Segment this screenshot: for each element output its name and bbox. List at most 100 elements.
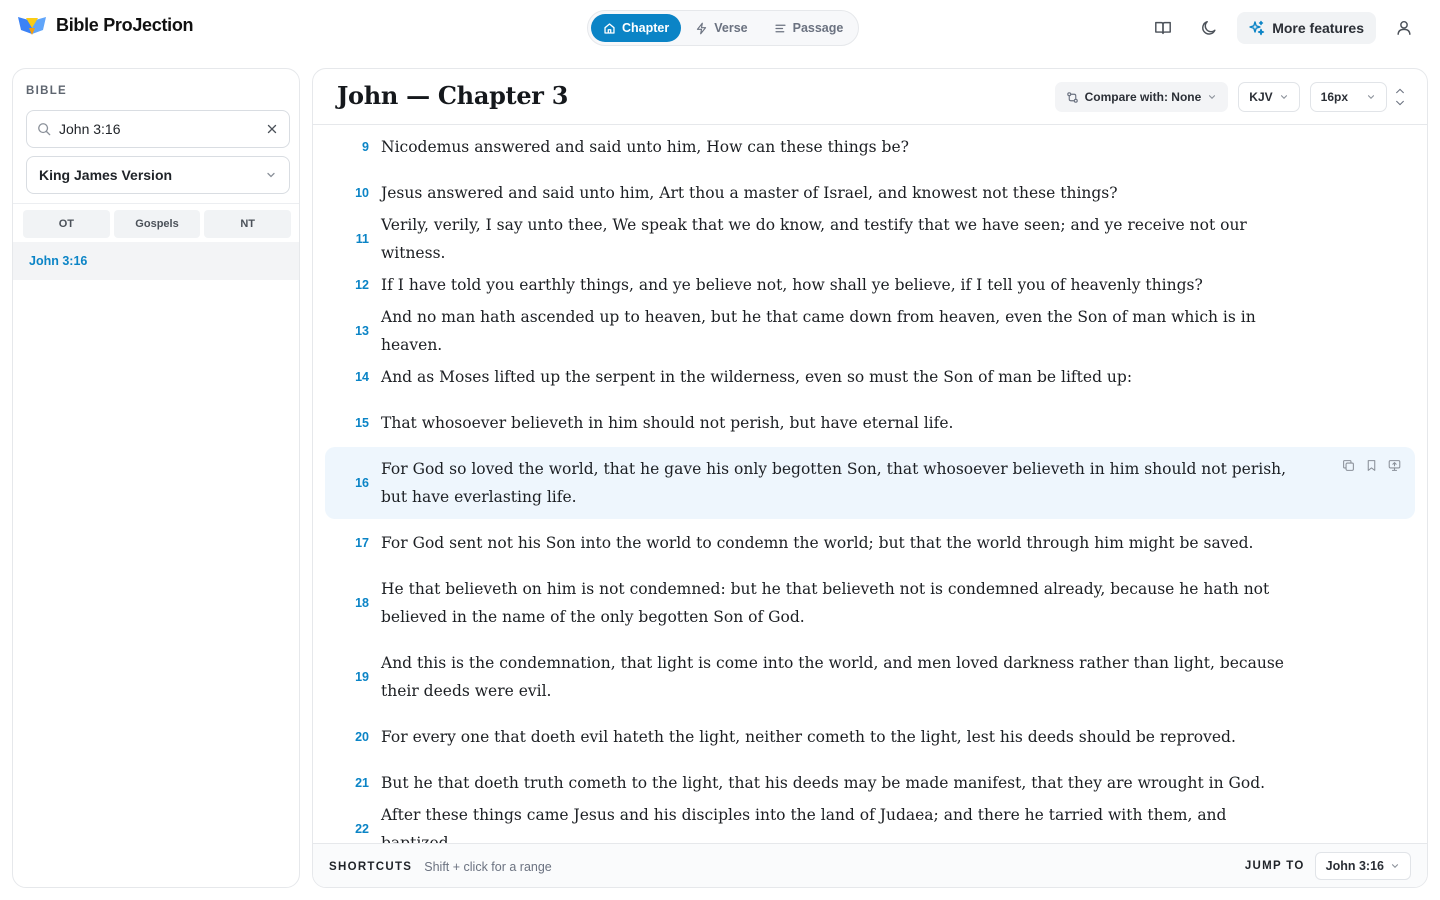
search-box bbox=[26, 110, 290, 148]
font-size-label: 16px bbox=[1320, 90, 1348, 104]
project-icon[interactable] bbox=[1388, 459, 1401, 472]
verse-number[interactable]: 16 bbox=[325, 476, 381, 490]
verse-row[interactable]: 15 That whosoever believeth in him shoul… bbox=[325, 409, 1415, 437]
verse-text: He that believeth on him is not condemne… bbox=[381, 580, 1270, 626]
home-icon bbox=[603, 22, 616, 35]
mode-verse-label: Verse bbox=[714, 21, 748, 35]
translation-select[interactable]: KJV bbox=[1238, 82, 1300, 112]
bookmark-icon[interactable] bbox=[1365, 459, 1378, 472]
font-size-select[interactable]: 16px bbox=[1309, 82, 1387, 112]
translation-label: KJV bbox=[1249, 90, 1273, 104]
reader-button[interactable] bbox=[1145, 12, 1181, 44]
verse-text: And as Moses lifted up the serpent in th… bbox=[381, 368, 1133, 386]
copy-icon[interactable] bbox=[1342, 459, 1355, 472]
theme-toggle-button[interactable] bbox=[1191, 12, 1227, 44]
compare-select[interactable]: Compare with: None bbox=[1054, 82, 1229, 112]
verse-row[interactable]: 9 Nicodemus answered and said unto him, … bbox=[325, 133, 1415, 161]
verse-number[interactable]: 9 bbox=[325, 140, 381, 154]
mode-passage-button[interactable]: Passage bbox=[762, 14, 856, 42]
lines-icon bbox=[774, 22, 787, 35]
verse-number[interactable]: 18 bbox=[325, 596, 381, 610]
version-label: King James Version bbox=[39, 167, 173, 183]
verse-number[interactable]: 10 bbox=[325, 186, 381, 200]
compare-label: Compare with: None bbox=[1084, 90, 1202, 104]
verse-row[interactable]: 19 And this is the condemnation, that li… bbox=[325, 649, 1415, 705]
mode-passage-label: Passage bbox=[792, 21, 844, 35]
clear-search-icon[interactable] bbox=[265, 122, 279, 136]
verse-row-highlighted[interactable]: 16 For God so loved the world, that he g… bbox=[325, 447, 1415, 519]
verse-row[interactable]: 12 If I have told you earthly things, an… bbox=[325, 271, 1415, 299]
verse-text: But he that doeth truth cometh to the li… bbox=[381, 774, 1266, 792]
verse-row[interactable]: 17 For God sent not his Son into the wor… bbox=[325, 529, 1415, 557]
account-button[interactable] bbox=[1386, 12, 1422, 44]
verse-row[interactable]: 20 For every one that doeth evil hateth … bbox=[325, 723, 1415, 751]
brand[interactable]: Bible ProJection bbox=[17, 14, 194, 36]
more-features-button[interactable]: More features bbox=[1237, 12, 1376, 44]
jump-to: JUMP TO John 3:16 bbox=[1245, 852, 1411, 880]
verse-text: For God sent not his Son into the world … bbox=[381, 534, 1254, 552]
verse-number[interactable]: 21 bbox=[325, 776, 381, 790]
search-result-item[interactable]: John 3:16 bbox=[13, 242, 299, 280]
sidebar: BIBLE King James Version OT Gospels NT J… bbox=[12, 68, 300, 888]
chevron-up-icon[interactable] bbox=[1395, 87, 1405, 95]
search-input[interactable] bbox=[59, 121, 259, 137]
reader-panel: John — Chapter 3 Compare with: None KJV … bbox=[312, 68, 1428, 888]
verse-row[interactable]: 10 Jesus answered and said unto him, Art… bbox=[325, 179, 1415, 207]
verse-text: For every one that doeth evil hateth the… bbox=[381, 728, 1236, 746]
bolt-icon bbox=[695, 22, 708, 35]
top-bar: Bible ProJection Chapter Verse Passage M… bbox=[0, 0, 1440, 56]
jump-to-select[interactable]: John 3:16 bbox=[1314, 852, 1411, 880]
verse-text: If I have told you earthly things, and y… bbox=[381, 276, 1203, 294]
search-icon bbox=[37, 122, 51, 136]
verse-number[interactable]: 14 bbox=[325, 370, 381, 384]
jump-to-label: JUMP TO bbox=[1244, 860, 1305, 872]
chevron-down-icon bbox=[1366, 92, 1376, 102]
logo-icon bbox=[17, 14, 47, 36]
verse-row[interactable]: 13 And no man hath ascended up to heaven… bbox=[325, 308, 1415, 354]
verse-text: Verily, verily, I say unto thee, We spea… bbox=[381, 216, 1247, 262]
sparkles-icon bbox=[1249, 20, 1265, 36]
chevron-down-icon bbox=[265, 169, 277, 181]
top-actions: More features bbox=[1145, 12, 1422, 44]
more-features-label: More features bbox=[1272, 20, 1364, 36]
mode-chapter-label: Chapter bbox=[622, 21, 670, 35]
verse-row[interactable]: 11 Verily, verily, I say unto thee, We s… bbox=[325, 216, 1415, 262]
version-select[interactable]: King James Version bbox=[26, 156, 290, 194]
verse-text: And no man hath ascended up to heaven, b… bbox=[381, 308, 1256, 354]
verse-text: And this is the condemnation, that light… bbox=[381, 654, 1284, 700]
verse-number[interactable]: 15 bbox=[325, 416, 381, 430]
mode-chapter-button[interactable]: Chapter bbox=[591, 14, 682, 42]
verse-row[interactable]: 14 And as Moses lifted up the serpent in… bbox=[325, 363, 1415, 391]
verse-number[interactable]: 11 bbox=[325, 232, 381, 246]
verse-row[interactable]: 18 He that believeth on him is not conde… bbox=[325, 575, 1415, 631]
verse-text: Jesus answered and said unto him, Art th… bbox=[381, 184, 1118, 202]
chevron-down-icon bbox=[1390, 861, 1400, 871]
verse-number[interactable]: 17 bbox=[325, 536, 381, 550]
shortcuts-hint: Shift + click for a range bbox=[424, 859, 552, 874]
filter-ot[interactable]: OT bbox=[23, 209, 110, 238]
user-icon bbox=[1395, 19, 1413, 37]
verse-number[interactable]: 13 bbox=[325, 324, 381, 338]
reader-controls: Compare with: None KJV 16px bbox=[1054, 82, 1405, 112]
moon-icon bbox=[1200, 19, 1218, 37]
verse-number[interactable]: 20 bbox=[325, 730, 381, 744]
brand-name: Bible ProJection bbox=[56, 14, 194, 35]
filter-nt[interactable]: NT bbox=[204, 209, 292, 238]
verse-row[interactable]: 22 After these things came Jesus and his… bbox=[325, 806, 1415, 843]
chevron-down-icon[interactable] bbox=[1395, 99, 1405, 107]
verse-nav[interactable] bbox=[1395, 87, 1405, 107]
sidebar-title: BIBLE bbox=[26, 85, 67, 97]
book-icon bbox=[1154, 19, 1172, 37]
verse-row[interactable]: 21 But he that doeth truth cometh to the… bbox=[325, 769, 1415, 797]
verse-number[interactable]: 12 bbox=[325, 278, 381, 292]
verse-number[interactable]: 22 bbox=[325, 822, 381, 836]
testament-filters: OT Gospels NT bbox=[13, 203, 299, 241]
chapter-title: John — Chapter 3 bbox=[337, 81, 569, 110]
shortcuts-label: SHORTCUTS bbox=[329, 860, 413, 873]
chevron-down-icon bbox=[1207, 92, 1217, 102]
mode-verse-button[interactable]: Verse bbox=[683, 14, 759, 42]
verse-text: Nicodemus answered and said unto him, Ho… bbox=[381, 138, 909, 156]
jump-to-value: John 3:16 bbox=[1325, 859, 1384, 873]
verse-number[interactable]: 19 bbox=[325, 670, 381, 684]
filter-gospels[interactable]: Gospels bbox=[113, 209, 201, 238]
